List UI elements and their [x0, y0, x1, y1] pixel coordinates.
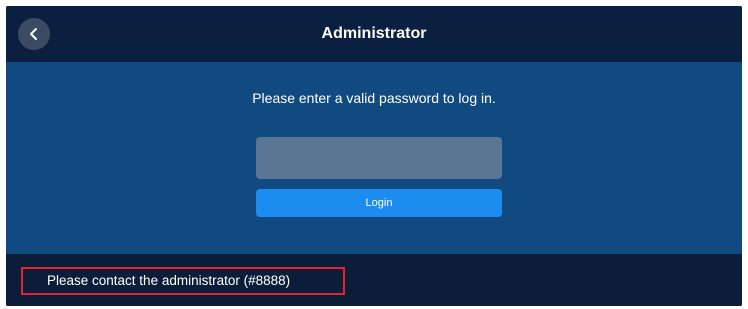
password-input[interactable] [256, 137, 502, 179]
admin-login-screen: Administrator Please enter a valid passw… [6, 6, 742, 306]
footer-bar: Please contact the administrator (#8888) [6, 254, 742, 306]
login-prompt: Please enter a valid password to log in. [252, 90, 496, 106]
contact-admin-note: Please contact the administrator (#8888) [21, 267, 345, 295]
header-bar: Administrator [6, 6, 742, 62]
page-title: Administrator [321, 25, 427, 42]
login-button[interactable]: Login [256, 189, 502, 217]
login-panel: Please enter a valid password to log in.… [6, 62, 742, 254]
